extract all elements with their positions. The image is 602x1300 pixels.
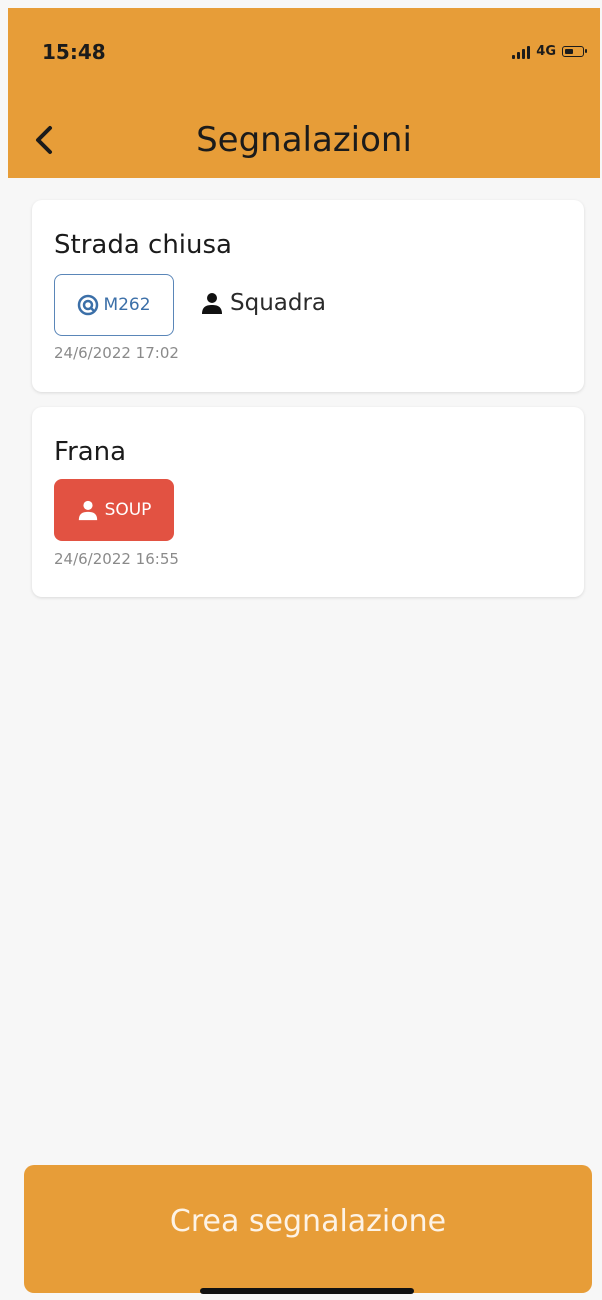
report-title: Frana [54, 437, 127, 467]
battery-icon [562, 46, 587, 57]
report-title: Strada chiusa [54, 230, 232, 260]
report-date: 24/6/2022 16:55 [54, 550, 179, 568]
page-title: Segnalazioni [196, 120, 412, 160]
home-indicator [200, 1288, 414, 1294]
status-time: 15:48 [42, 40, 106, 64]
unit-tag: M262 [54, 274, 174, 336]
report-date: 24/6/2022 17:02 [54, 344, 179, 362]
report-card[interactable]: Strada chiusa M262 Squadra 24/6/2022 17:… [32, 200, 584, 392]
target-icon [78, 294, 99, 316]
network-label: 4G [536, 44, 556, 59]
unit-tag-label: SOUP [104, 500, 152, 520]
person-icon [202, 293, 222, 314]
signal-icon [512, 45, 531, 59]
battery-fill [564, 48, 574, 54]
report-card[interactable]: Frana SOUP 24/6/2022 16:55 [32, 407, 584, 597]
create-report-label: Crea segnalazione [169, 1203, 447, 1239]
assignee-label: Squadra [230, 290, 327, 316]
create-report-button[interactable]: Crea segnalazione [24, 1165, 592, 1293]
unit-tag-label: M262 [103, 295, 151, 315]
unit-tag: SOUP [54, 479, 174, 541]
assignee: Squadra [200, 290, 326, 316]
person-icon [78, 500, 97, 521]
status-indicators: 4G [512, 44, 587, 59]
app-header: 15:48 4G Segnalazioni [8, 8, 600, 178]
